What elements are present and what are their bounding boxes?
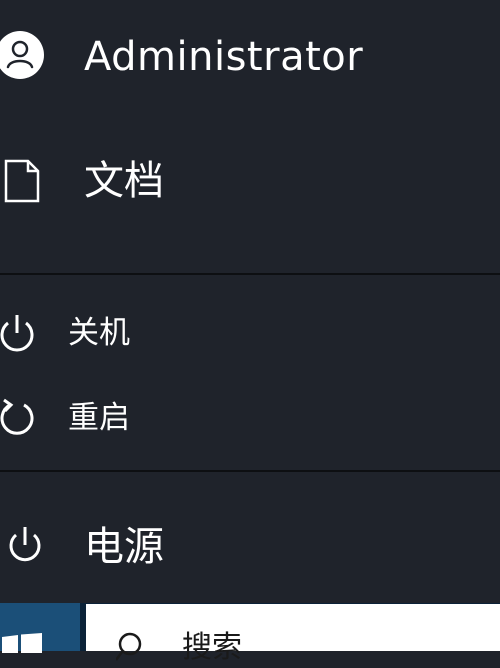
power-button[interactable]: 电源 (0, 515, 500, 585)
user-name-label: Administrator (84, 34, 364, 80)
document-icon (4, 159, 40, 203)
documents-button[interactable]: 文档 (0, 145, 500, 225)
start-button[interactable] (0, 603, 80, 653)
search-placeholder: 搜索 (182, 630, 242, 665)
user-account-button[interactable]: Administrator (0, 18, 500, 98)
documents-label: 文档 (84, 158, 164, 204)
search-icon (115, 630, 148, 662)
shutdown-label: 关机 (68, 315, 130, 351)
search-box[interactable]: 搜索 (86, 604, 500, 665)
menu-divider (0, 273, 500, 275)
power-label: 电源 (84, 524, 164, 570)
menu-divider (0, 470, 500, 472)
restart-label: 重启 (68, 400, 130, 436)
restart-icon (0, 396, 40, 442)
windows-logo-icon (2, 633, 42, 653)
shutdown-button[interactable]: 关机 (0, 305, 500, 365)
user-avatar-icon (0, 29, 46, 81)
power-icon (4, 525, 46, 567)
restart-button[interactable]: 重启 (0, 390, 500, 450)
power-icon (0, 311, 40, 357)
start-menu: Administrator 文档 关机 重启 电源 (0, 0, 500, 603)
